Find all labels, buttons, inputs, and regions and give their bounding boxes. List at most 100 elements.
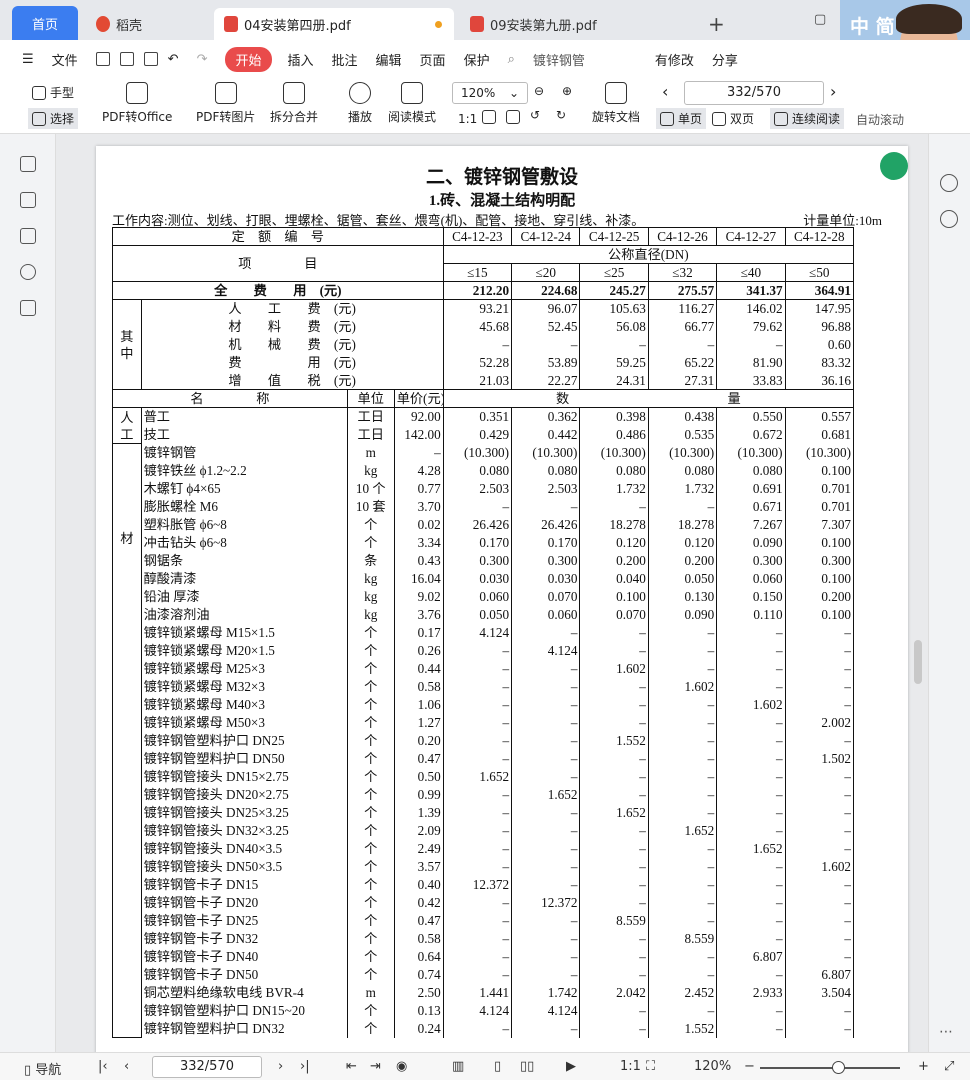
thumbnail-icon[interactable] [20,192,36,208]
rotate-right-icon[interactable]: ↻ [556,108,566,122]
hand-tool[interactable]: 手型 [32,84,74,101]
material-row: 镀锌钢管接头 DN20×2.75 个 0.99–1.652– – – – [113,785,855,804]
zoom-select[interactable]: 120% ⌄ [452,82,528,104]
back-icon[interactable]: ⇤ [346,1059,357,1074]
material-cell: 0.110 [716,605,786,624]
fullscreen-icon[interactable]: ⤢ [944,1059,954,1074]
material-name: 镀锌钢管卡子 DN40 [140,947,348,966]
single-status-icon[interactable]: ▯ [494,1059,501,1074]
play-button[interactable]: 播放 [348,82,372,125]
material-cell: (10.300) [647,443,718,462]
window-count-icon[interactable]: ▢ [814,12,826,27]
more-icon[interactable]: ⋯ [939,1024,953,1040]
save-icon[interactable] [119,52,134,66]
tab-daoke[interactable]: 稻壳 [86,8,206,40]
vertical-scrollbar[interactable] [912,134,926,1052]
rotate-left-icon[interactable]: ↺ [530,108,540,122]
material-cell: 0.100 [784,569,855,588]
play-status-icon[interactable]: ▶ [566,1059,576,1074]
sign-icon[interactable] [20,300,36,316]
cost-name: 材 料 费 (元) [140,317,444,336]
zoom-slider-handle[interactable] [832,1061,845,1074]
material-price: 16.04 [393,569,444,588]
next-page-status-icon[interactable]: › [278,1059,283,1074]
forward-icon[interactable]: ⇥ [370,1059,381,1074]
tab-doc9[interactable]: 09安装第九册.pdf [460,8,700,40]
tab-home[interactable]: 首页 [12,6,78,40]
material-price: 1.27 [393,713,444,732]
material-cell: 3.504 [784,983,855,1002]
single-page-button[interactable]: 单页 [656,108,707,129]
header-item-row: 项 目公称直径(DN) [112,245,855,282]
menu-insert[interactable]: 插入 [288,50,314,69]
zoom-out-icon[interactable]: ⊖ [534,84,544,98]
nav-button[interactable]: ▯ 导航 [24,1059,61,1078]
cost-row: 费 用 (元) 52.28 53.89 59.25 65.22 81.90 83.32 [113,353,855,372]
open-icon[interactable] [95,52,110,66]
menu-page[interactable]: 页面 [420,50,446,69]
comment-icon[interactable] [20,228,36,244]
menu-annotate[interactable]: 批注 [332,50,358,69]
new-tab-button[interactable]: + [708,12,725,36]
fit-width-icon[interactable] [506,110,524,124]
material-cell: 0.120 [647,533,718,552]
pdf-to-office-button[interactable]: PDF转Office [102,82,172,125]
zoom-minus-icon[interactable]: − [744,1059,755,1074]
select-tool[interactable]: 选择 [28,108,79,129]
continuous-read-button[interactable]: 连续阅读 [770,108,845,129]
menu-protect[interactable]: 保护 [464,50,490,69]
material-name: 镀锌锁紧螺母 M40×3 [140,695,348,714]
fit-status-icon[interactable]: ⛶ [646,1059,655,1074]
page-number-input[interactable]: 332/570 [684,81,824,105]
last-page-icon[interactable]: ›| [300,1059,310,1074]
share-button[interactable]: 分享 [712,50,738,69]
zoom-plus-icon[interactable]: + [918,1059,929,1074]
autoscroll-button[interactable]: 自动滚动 [856,112,904,127]
continuous-status-icon[interactable]: ▥ [452,1059,464,1074]
attachment-icon[interactable] [20,264,36,280]
menu-start[interactable]: 开始 [225,46,272,72]
undo-icon[interactable]: ↶ [168,52,179,67]
menu-edit[interactable]: 编辑 [376,50,402,69]
zoom-status[interactable]: 120% [694,1059,731,1074]
search-box[interactable]: 镀锌钢管 [533,50,585,69]
print-icon[interactable] [143,52,158,66]
split-merge-button[interactable]: 拆分合并 [270,82,318,125]
read-mode-button[interactable]: 阅读模式 [388,82,436,125]
fit-page-icon[interactable] [482,110,500,124]
material-cell: 1.652 [442,767,513,786]
double-page-button[interactable]: 双页 [712,110,754,127]
prev-page-status-icon[interactable]: ‹ [124,1059,129,1074]
menu-icon[interactable]: ☰ [22,52,34,67]
material-cell: – [784,875,855,894]
bookmark-icon[interactable] [20,156,36,172]
material-row: 冲击钻头 ϕ6~8 个 3.34 0.170 0.170 0.120 0.120 0.090 0… [113,533,855,552]
zoom-in-icon[interactable]: ⊕ [562,84,572,98]
actual-size-icon[interactable]: 1:1 [458,112,477,126]
search-icon[interactable]: ⌕ [508,52,515,67]
modified-button[interactable]: 有修改 [655,50,694,69]
eye-icon[interactable]: ◉ [396,1059,407,1074]
pdf-to-image-button[interactable]: PDF转图片 [196,82,255,125]
help-icon[interactable] [940,210,958,228]
material-cell: – [442,677,513,696]
zoom-slider[interactable] [760,1067,900,1069]
double-status-icon[interactable]: ▯▯ [520,1059,534,1074]
scroll-thumb[interactable] [914,640,922,684]
next-page-icon[interactable]: › [830,82,836,101]
tab-doc4[interactable]: 04安装第四册.pdf [214,8,454,40]
labor-cell: 0.429 [442,425,513,444]
menu-file[interactable]: 文件 [52,50,78,69]
search-doc-icon[interactable] [940,174,958,192]
rotate-doc-button[interactable]: 旋转文档 [592,82,640,125]
convert-table-icon[interactable] [880,152,908,180]
document-viewport[interactable]: 二、镀锌钢管敷设 1.砖、混凝土结构明配 工作内容:测位、划线、打眼、埋螺栓、锯… [56,134,928,1052]
redo-icon[interactable]: ↷ [197,52,208,67]
first-page-icon[interactable]: |‹ [98,1059,108,1074]
material-cell: – [784,623,855,642]
status-page-input[interactable]: 332/570 [152,1056,262,1078]
actual-size-status-icon[interactable]: 1:1 [620,1059,641,1074]
prev-page-icon[interactable]: ‹ [662,82,668,101]
material-cell: 0.070 [511,587,581,606]
material-price: 2.50 [393,983,444,1002]
